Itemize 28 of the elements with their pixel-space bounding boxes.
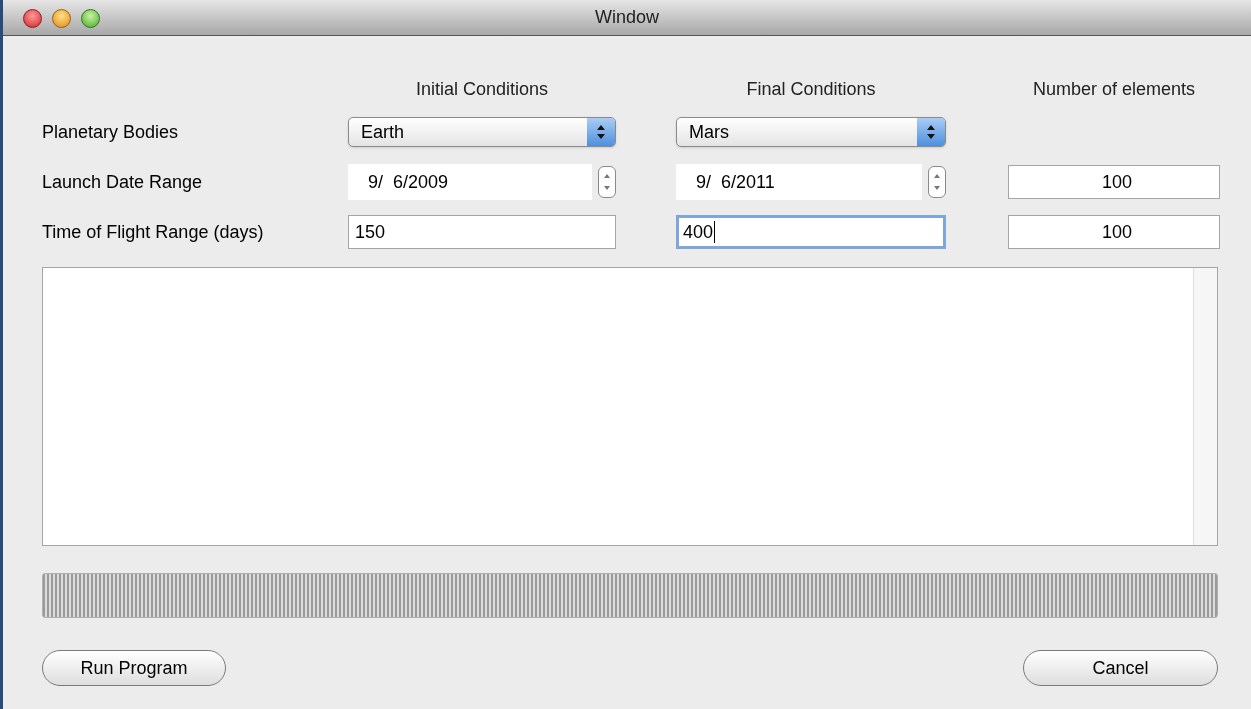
date-field[interactable]: 9/ 6/2009: [348, 164, 592, 200]
dropdown[interactable]: Mars: [676, 117, 946, 147]
text-cursor: [714, 221, 716, 243]
scrollbar[interactable]: [1193, 268, 1217, 545]
minimize-icon[interactable]: [52, 9, 71, 28]
stepper-arrows-icon: [587, 118, 615, 146]
close-icon[interactable]: [23, 9, 42, 28]
push-button[interactable]: Cancel: [1023, 650, 1218, 686]
dropdown[interactable]: Earth: [348, 117, 616, 147]
push-button[interactable]: Run Program: [42, 650, 226, 686]
row-label: Launch Date Range: [42, 170, 204, 194]
text-field[interactable]: 150: [348, 215, 616, 249]
column-header: Initial Conditions: [414, 78, 550, 101]
date-field[interactable]: 9/ 6/2011: [676, 164, 922, 200]
text-field[interactable]: 100: [1008, 215, 1220, 249]
date-stepper[interactable]: [928, 166, 946, 198]
column-header: Number of elements: [1031, 78, 1197, 101]
stepper-arrows-icon: [917, 118, 945, 146]
window-title: Window: [595, 6, 659, 29]
row-label: Time of Flight Range (days): [42, 220, 265, 244]
stepper-arrows-icon: [933, 172, 941, 192]
column-header: Final Conditions: [745, 78, 877, 101]
stepper-arrows-icon: [603, 172, 611, 192]
zoom-icon[interactable]: [81, 9, 100, 28]
text-field[interactable]: 100: [1008, 165, 1220, 199]
date-stepper[interactable]: [598, 166, 616, 198]
row-label: Planetary Bodies: [42, 120, 180, 144]
text-field[interactable]: 400: [676, 215, 946, 249]
